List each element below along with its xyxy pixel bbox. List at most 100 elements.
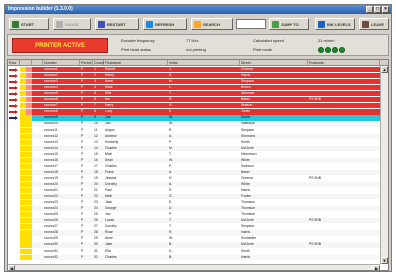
table-cell: McGuire [241,218,254,223]
table-row[interactable]: xxxxxx15 P 15 Matt T. Heuneson [8,151,380,157]
arrow-right-icon [9,74,18,79]
table-row[interactable]: xxxxxx12 P 12 Andrew A. Simmons [8,133,380,139]
column-header[interactable]: Firstname [104,60,168,66]
table-row[interactable]: xxxxxx16 P 16 Sean W. White [8,157,380,163]
column-header[interactable]: Street [240,60,308,66]
minimize-button[interactable]: _ [366,6,373,13]
maximize-button[interactable]: □ [374,6,381,13]
table-row[interactable]: xxxxxx21 P 21 Paul R. Harris [8,188,380,194]
search-input[interactable] [236,19,266,29]
column-header[interactable] [20,60,32,66]
column-header[interactable]: Number [43,60,80,66]
table-cell: P [81,115,84,120]
table-cell: P [81,200,84,205]
table-cell: McGuire [241,242,254,247]
table-row[interactable]: xxxxxx14 P 14 Charles M. McGuire [8,145,380,151]
table-cell: 3 [94,79,96,84]
column-header[interactable]: Period [80,60,93,66]
table-cell: PS 5HB [309,218,322,223]
table-cell: 30 [94,242,98,247]
scroll-right-button[interactable]: ▶ [373,265,380,270]
table-cell: Matt [105,194,112,199]
table-row[interactable]: xxxxxx25 P 25 Jan P. Thomson [8,212,380,218]
table-cell: 6 [94,97,96,102]
row-marker [8,157,20,163]
column-header[interactable]: Row [8,60,20,66]
table-cell: Smith [241,139,250,144]
table-row[interactable]: xxxxxxx2 P 2 Henry A. Harris [8,73,380,79]
table-row[interactable]: xxxxxx18 P 18 Frank A. Baker [8,169,380,176]
table-cell: xxxxxxx1 [44,67,58,71]
table-row[interactable]: xxxxxx32 P 32 Charles B. Harris [8,254,380,260]
jump-to-button[interactable]: JUMP TO [269,18,309,30]
table-cell: P [81,248,84,253]
table-row[interactable]: xxxxxxx8 P 8 Lucy S. Jones [8,109,380,115]
ink-levels-button[interactable]: INK LEVELS [315,18,355,30]
horizontal-scrollbar[interactable]: ◀ ▶ [8,264,380,270]
table-row[interactable]: xxxxxxx6 P 6 Ian R. Baker PS 5HD [8,97,380,103]
table-row[interactable]: xxxxxx11 P 11 Angus R. Simpson [8,127,380,133]
table-row[interactable]: xxxxxx13 P 13 Kimberly P. Smith [8,139,380,145]
table-row[interactable]: xxxxxx30 P 30 Jake B. McGuire PS 5HB [8,242,380,248]
scroll-down-button[interactable]: ▼ [381,257,388,264]
column-header[interactable]: Count [93,60,104,66]
table-row[interactable]: xxxxxx10 P 10 Jan W. Valentine [8,121,380,127]
table-cell: J. [169,67,172,71]
table-row[interactable]: xxxxxxx3 P 3 Anne M. Simpson [8,79,380,85]
table-cell: P [81,169,84,174]
table-cell: M. [169,79,173,84]
table-row[interactable]: xxxxxx17 P 17 Charles P. Swinson [8,163,380,169]
table-cell: Paul [105,188,112,192]
table-cell: W. [169,121,173,126]
table-row[interactable]: xxxxxx20 P 20 Dorothy A. White [8,181,380,188]
table-cell: xxxxxx21 [44,188,58,192]
table-row[interactable]: xxxxxx28 P 28 Rose R. Harris [8,230,380,236]
table-row[interactable]: xxxxxx23 P 23 Jack E. Thomson [8,200,380,206]
table-cell: Ellis [105,91,112,96]
table-row[interactable]: xxxxxx31 P 31 Ella D. Smith [8,248,380,254]
check-flag-cell [26,242,32,248]
vertical-scrollbar[interactable]: ▲ ▼ [380,66,388,264]
table-cell: Greener [241,67,254,71]
table-cell: Newman [241,91,255,96]
table-cell: P [81,97,84,102]
table-cell: P [81,85,84,90]
table-cell: L. [169,85,172,90]
row-marker [8,254,20,260]
search-button[interactable]: SEARCH [191,18,233,30]
table-row[interactable]: xxxxxxx4 P 4 Mark L. Brown [8,85,380,91]
restart-button[interactable]: RESTART [95,18,139,30]
table-cell: P [81,133,84,138]
column-header[interactable] [32,60,43,66]
refresh-button[interactable]: REFRESH [143,18,187,30]
table-row[interactable]: xxxxxx19 P 19 Jessica H. Greener PS 5HB [8,175,380,182]
table-row[interactable]: xxxxxx22 P 22 Matt G. Fowler [8,194,380,200]
table-cell [308,224,380,229]
row-marker [8,242,20,248]
column-header[interactable]: Initial [168,60,240,66]
table-row[interactable]: xxxxxxx9 P 9 Joe W. Smith [8,115,380,121]
table-row[interactable]: xxxxxx29 P 29 Anne W. Schneider [8,236,380,242]
check-flag-cell [26,73,32,79]
table-row[interactable]: xxxxxxx5 P 5 Ellis T. Newman [8,91,380,97]
table-cell: McGuire [241,145,254,150]
start-button[interactable]: START [9,18,49,30]
table-cell: xxxxxxx4 [44,85,58,90]
table-cell: P [81,230,84,235]
row-marker [8,236,20,242]
table-row[interactable]: xxxxxx26 P 26 Lucas T. McGuire PS 5HB [8,218,380,224]
table-row[interactable]: xxxxxx24 P 24 George D. Thomson [8,206,380,212]
scroll-up-button[interactable]: ▲ [381,66,388,73]
leave-button[interactable]: LEAVE [359,18,389,30]
close-button[interactable]: × [382,6,389,13]
table-row[interactable]: xxxxxx27 P 27 Dorothy T. Simpson [8,224,380,230]
scroll-left-button[interactable]: ◀ [8,265,15,270]
pause-button[interactable]: PAUSE [53,18,91,30]
column-header[interactable]: Postcode [308,60,380,66]
head-status-value: not printing [186,47,206,52]
encoder-label: Encoder frequency [121,38,155,43]
table-cell: Henry [105,73,115,78]
table-cell: 5 [94,91,96,96]
table-row[interactable]: xxxxxxx7 P 7 Harry G. Watson [8,103,380,109]
table-row[interactable]: xxxxxxx1 P 1 Robert J. Greener [8,67,380,73]
